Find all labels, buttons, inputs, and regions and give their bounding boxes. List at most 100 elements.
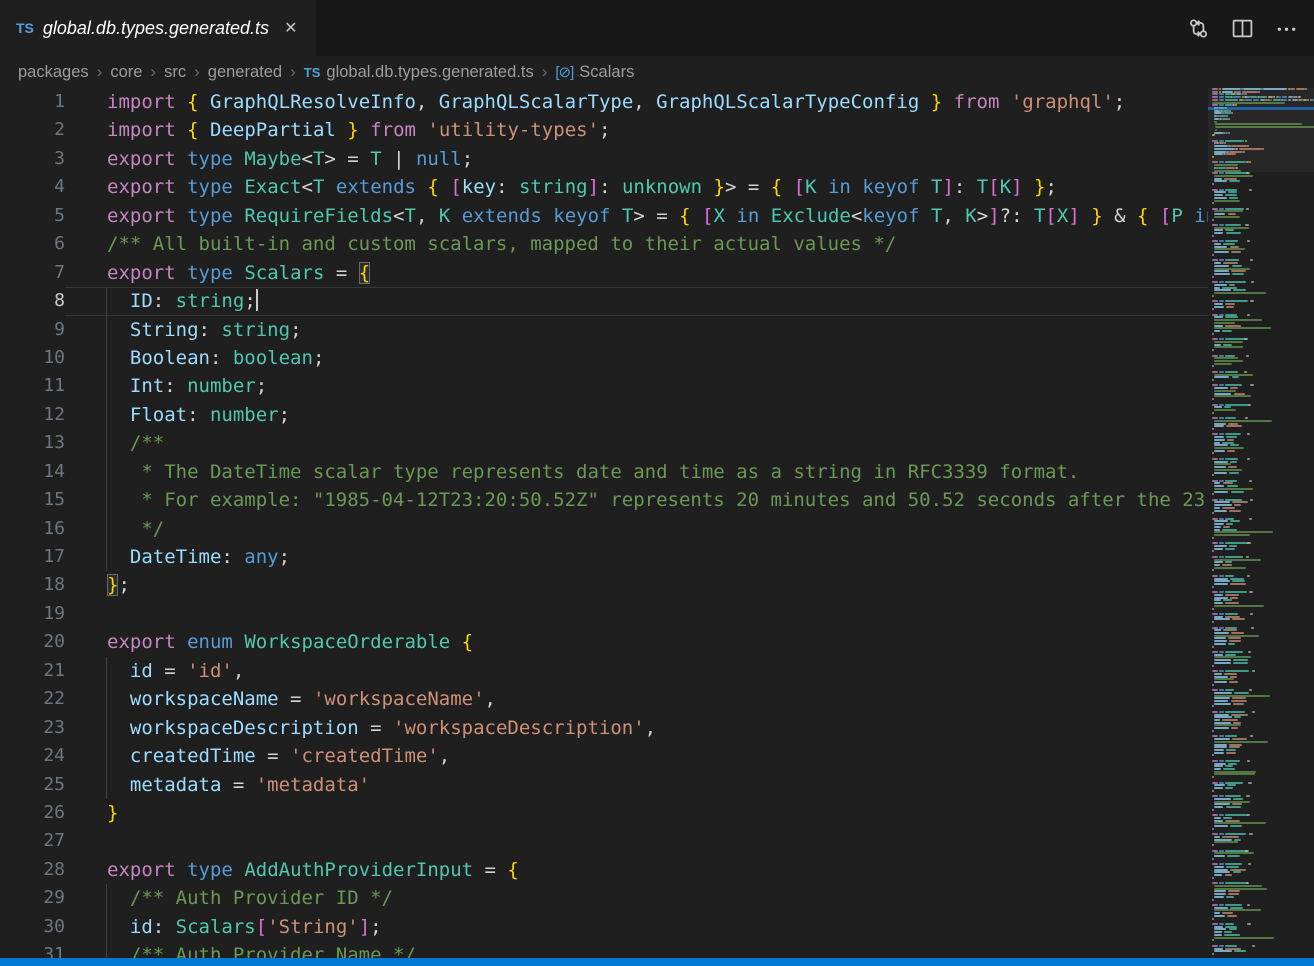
- line-number[interactable]: 16: [0, 515, 65, 543]
- code-line-content[interactable]: [65, 827, 1208, 855]
- code-line[interactable]: 18};: [0, 571, 1208, 599]
- breadcrumb-item-packages[interactable]: packages: [18, 63, 89, 82]
- code-line[interactable]: 23 workspaceDescription = 'workspaceDesc…: [0, 714, 1208, 742]
- line-number[interactable]: 9: [0, 316, 65, 344]
- code-line-content[interactable]: export type RequireFields<T, K extends k…: [65, 202, 1208, 230]
- code-line[interactable]: 5export type RequireFields<T, K extends …: [0, 202, 1208, 230]
- breadcrumb-item-symbol[interactable]: Scalars: [579, 63, 634, 82]
- line-number[interactable]: 28: [0, 856, 65, 884]
- line-number[interactable]: 25: [0, 771, 65, 799]
- code-line[interactable]: 1import { GraphQLResolveInfo, GraphQLSca…: [0, 88, 1208, 116]
- code-line[interactable]: 3export type Maybe<T> = T | null;: [0, 145, 1208, 173]
- code-line[interactable]: 16 */: [0, 515, 1208, 543]
- line-number[interactable]: 1: [0, 88, 65, 116]
- code-line[interactable]: 10 Boolean: boolean;: [0, 344, 1208, 372]
- code-line-content[interactable]: */: [65, 515, 1208, 543]
- line-number[interactable]: 29: [0, 884, 65, 912]
- line-number[interactable]: 24: [0, 742, 65, 770]
- code-line[interactable]: 6/** All built-in and custom scalars, ma…: [0, 230, 1208, 258]
- code-line-content[interactable]: String: string;: [65, 316, 1208, 344]
- code-line-content[interactable]: export enum WorkspaceOrderable {: [65, 628, 1208, 656]
- line-number[interactable]: 26: [0, 799, 65, 827]
- line-number[interactable]: 2: [0, 116, 65, 144]
- code-line[interactable]: 17 DateTime: any;: [0, 543, 1208, 571]
- line-number[interactable]: 31: [0, 941, 65, 958]
- line-number[interactable]: 18: [0, 571, 65, 599]
- line-number[interactable]: 12: [0, 401, 65, 429]
- line-number[interactable]: 13: [0, 429, 65, 457]
- line-number[interactable]: 11: [0, 372, 65, 400]
- code-line[interactable]: 19: [0, 600, 1208, 628]
- code-line[interactable]: 8 ID: string;: [0, 287, 1208, 315]
- code-line[interactable]: 11 Int: number;: [0, 372, 1208, 400]
- code-line[interactable]: 9 String: string;: [0, 316, 1208, 344]
- line-number[interactable]: 27: [0, 827, 65, 855]
- line-number[interactable]: 30: [0, 913, 65, 941]
- code-line-content[interactable]: ID: string;: [65, 287, 1208, 315]
- code-line-content[interactable]: import { GraphQLResolveInfo, GraphQLScal…: [65, 88, 1208, 116]
- code-line[interactable]: 14 * The DateTime scalar type represents…: [0, 458, 1208, 486]
- line-number[interactable]: 21: [0, 657, 65, 685]
- code-line-content[interactable]: * For example: "1985-04-12T23:20:50.52Z"…: [65, 486, 1208, 514]
- line-number[interactable]: 23: [0, 714, 65, 742]
- code-line-content[interactable]: * The DateTime scalar type represents da…: [65, 458, 1208, 486]
- minimap[interactable]: [1208, 88, 1314, 958]
- line-number[interactable]: 7: [0, 259, 65, 287]
- line-number[interactable]: 10: [0, 344, 65, 372]
- code-line[interactable]: 26}: [0, 799, 1208, 827]
- code-line[interactable]: 15 * For example: "1985-04-12T23:20:50.5…: [0, 486, 1208, 514]
- close-tab-icon[interactable]: ✕: [284, 18, 297, 38]
- code-line-content[interactable]: }: [65, 799, 1208, 827]
- breadcrumb-item-core[interactable]: core: [110, 63, 142, 82]
- code-line[interactable]: 2import { DeepPartial } from 'utility-ty…: [0, 116, 1208, 144]
- code-line-content[interactable]: /** Auth Provider Name */: [65, 941, 1208, 958]
- code-line-content[interactable]: export type Exact<T extends { [key: stri…: [65, 173, 1208, 201]
- line-number[interactable]: 15: [0, 486, 65, 514]
- code-line[interactable]: 20export enum WorkspaceOrderable {: [0, 628, 1208, 656]
- split-editor-icon[interactable]: [1224, 10, 1260, 46]
- code-line-content[interactable]: [65, 600, 1208, 628]
- code-line[interactable]: 25 metadata = 'metadata': [0, 771, 1208, 799]
- code-line[interactable]: 12 Float: number;: [0, 401, 1208, 429]
- code-line[interactable]: 31 /** Auth Provider Name */: [0, 941, 1208, 958]
- line-number[interactable]: 14: [0, 458, 65, 486]
- code-editor[interactable]: 1import { GraphQLResolveInfo, GraphQLSca…: [0, 88, 1208, 958]
- line-number[interactable]: 17: [0, 543, 65, 571]
- code-line[interactable]: 4export type Exact<T extends { [key: str…: [0, 173, 1208, 201]
- line-number[interactable]: 22: [0, 685, 65, 713]
- code-line-content[interactable]: createdTime = 'createdTime',: [65, 742, 1208, 770]
- breadcrumb-item-file[interactable]: global.db.types.generated.ts: [326, 63, 533, 82]
- code-line-content[interactable]: export type Maybe<T> = T | null;: [65, 145, 1208, 173]
- code-line-content[interactable]: /**: [65, 429, 1208, 457]
- line-number[interactable]: 4: [0, 173, 65, 201]
- code-line-content[interactable]: Boolean: boolean;: [65, 344, 1208, 372]
- code-line-content[interactable]: id = 'id',: [65, 657, 1208, 685]
- line-number[interactable]: 19: [0, 600, 65, 628]
- code-line-content[interactable]: /** Auth Provider ID */: [65, 884, 1208, 912]
- breadcrumb-item-src[interactable]: src: [164, 63, 186, 82]
- code-line[interactable]: 24 createdTime = 'createdTime',: [0, 742, 1208, 770]
- code-line[interactable]: 7export type Scalars = {: [0, 259, 1208, 287]
- code-line-content[interactable]: DateTime: any;: [65, 543, 1208, 571]
- line-number[interactable]: 5: [0, 202, 65, 230]
- code-line[interactable]: 27: [0, 827, 1208, 855]
- code-line-content[interactable]: };: [65, 571, 1208, 599]
- code-line[interactable]: 29 /** Auth Provider ID */: [0, 884, 1208, 912]
- code-line-content[interactable]: import { DeepPartial } from 'utility-typ…: [65, 116, 1208, 144]
- line-number[interactable]: 8: [0, 287, 65, 315]
- code-line-content[interactable]: workspaceName = 'workspaceName',: [65, 685, 1208, 713]
- code-line[interactable]: 28export type AddAuthProviderInput = {: [0, 856, 1208, 884]
- code-line-content[interactable]: id: Scalars['String'];: [65, 913, 1208, 941]
- breadcrumb-item-generated[interactable]: generated: [208, 63, 282, 82]
- editor-tab[interactable]: TS global.db.types.generated.ts ✕: [0, 0, 316, 56]
- code-line-content[interactable]: export type AddAuthProviderInput = {: [65, 856, 1208, 884]
- code-line-content[interactable]: metadata = 'metadata': [65, 771, 1208, 799]
- code-line[interactable]: 30 id: Scalars['String'];: [0, 913, 1208, 941]
- code-line-content[interactable]: Float: number;: [65, 401, 1208, 429]
- line-number[interactable]: 20: [0, 628, 65, 656]
- code-line-content[interactable]: export type Scalars = {: [65, 259, 1208, 287]
- status-bar[interactable]: [0, 958, 1314, 966]
- line-number[interactable]: 6: [0, 230, 65, 258]
- line-number[interactable]: 3: [0, 145, 65, 173]
- code-line[interactable]: 13 /**: [0, 429, 1208, 457]
